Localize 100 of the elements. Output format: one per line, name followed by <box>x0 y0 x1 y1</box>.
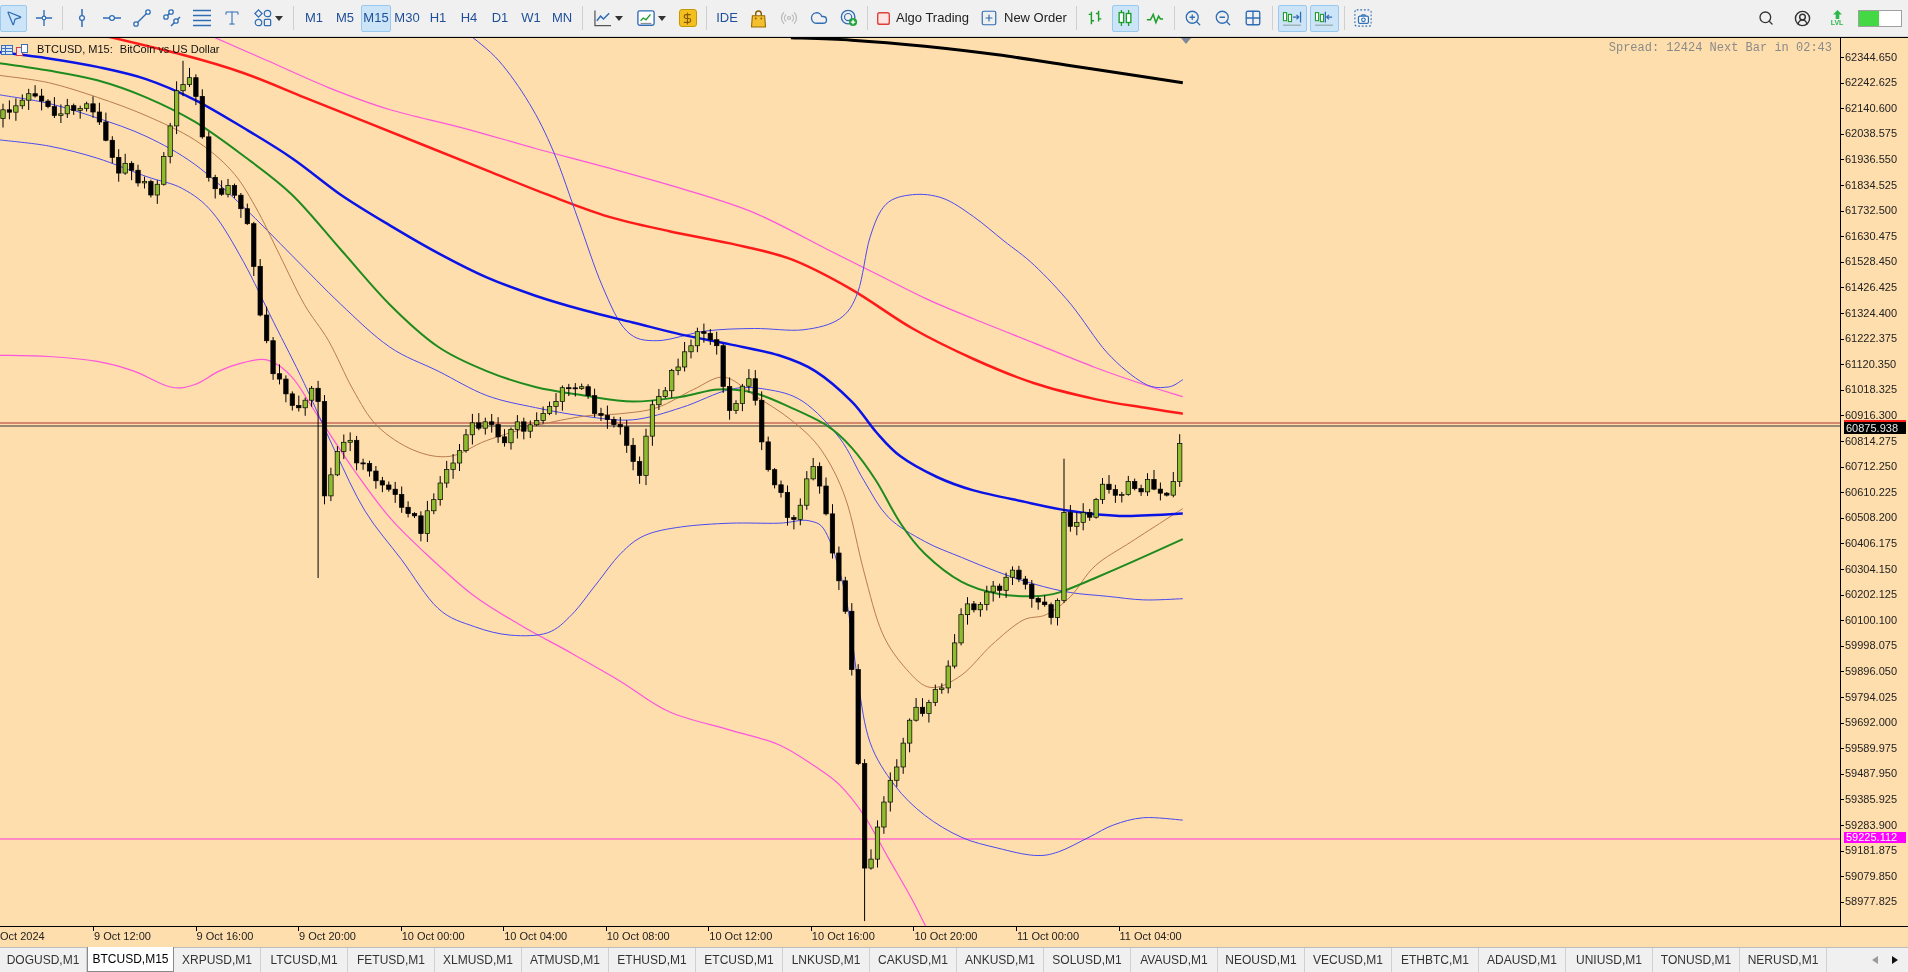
symbol-tab[interactable]: ETCUSD,M1 <box>696 948 783 972</box>
broadcast-icon <box>779 9 798 27</box>
price-label: 61936.550 <box>1845 153 1897 165</box>
price-label: 61426.425 <box>1845 281 1897 293</box>
price-label: 60814.275 <box>1845 435 1897 447</box>
account-icon <box>1794 9 1811 27</box>
chart-window-icon <box>636 9 655 27</box>
price-label: 61324.400 <box>1845 307 1897 319</box>
shopping-bag-icon <box>751 8 766 28</box>
grid-icon <box>1244 9 1263 27</box>
price-label: 60610.225 <box>1845 486 1897 498</box>
symbol-tab[interactable]: ADAUSD,M1 <box>1479 948 1566 972</box>
symbol-tab[interactable]: TONUSD,M1 <box>1653 948 1740 972</box>
algo-trading-button[interactable]: Algo Trading <box>873 4 973 32</box>
price-label: 61018.325 <box>1845 384 1897 396</box>
spread-info: Spread: 12424 Next Bar in 02:43 <box>1608 41 1832 55</box>
price-label: 60406.175 <box>1845 537 1897 549</box>
symbol-tab[interactable]: UNIUSD,M1 <box>1566 948 1653 972</box>
line-chart-icon <box>593 9 612 27</box>
shapes-icon <box>253 9 272 27</box>
symbol-tab[interactable]: NERUSD,M1 <box>1740 948 1827 972</box>
timeframe-button[interactable]: M30 <box>392 4 422 32</box>
price-label: 61528.450 <box>1845 256 1897 268</box>
candlestick-icon <box>1116 9 1135 27</box>
symbol-tab[interactable]: LNKUSD,M1 <box>783 948 870 972</box>
price-label: 59283.900 <box>1845 819 1897 831</box>
bid-price-label: 60875.938 <box>1844 422 1906 434</box>
overlapping-windows-icon <box>16 43 28 56</box>
price-label: 61222.375 <box>1845 333 1897 345</box>
symbol-tab[interactable]: NEOUSD,M1 <box>1218 948 1305 972</box>
symbol-tab[interactable]: AVAUSD,M1 <box>1131 948 1218 972</box>
time-label: 10 Oct 00:00 <box>401 930 465 943</box>
candles-arrow-right-icon <box>1282 9 1303 27</box>
symbol-tab[interactable]: VECUSD,M1 <box>1305 948 1392 972</box>
zoom-out-icon <box>1214 9 1233 27</box>
time-label: 10 Oct 08:00 <box>606 930 670 943</box>
symbol-tab[interactable]: SOLUSD,M1 <box>1044 948 1131 972</box>
price-label: 59589.975 <box>1845 742 1897 754</box>
timeframe-button[interactable]: MN <box>547 4 577 32</box>
cloud-icon <box>809 9 828 27</box>
time-label: 10 Oct 16:00 <box>811 930 875 943</box>
symbol-tab[interactable]: ETHUSD,M1 <box>609 948 696 972</box>
timeframe-button[interactable]: M5 <box>330 4 360 32</box>
price-label: 59998.075 <box>1845 640 1897 652</box>
price-label: 60202.125 <box>1845 589 1897 601</box>
new-order-button[interactable]: New Order <box>976 4 1071 32</box>
ide-button[interactable]: IDE <box>712 4 742 32</box>
table-icon <box>1 44 13 55</box>
price-label: 62344.650 <box>1845 51 1897 63</box>
search-icon <box>1757 10 1774 26</box>
caret-icon <box>657 15 666 21</box>
cursor-button[interactable] <box>0 4 27 32</box>
triangle-icon <box>1181 38 1191 44</box>
auto-scroll-button[interactable] <box>1277 4 1307 32</box>
timeframe-button[interactable]: M15 <box>361 4 391 32</box>
price-label: 60916.300 <box>1845 409 1897 421</box>
price-label: 62140.600 <box>1845 102 1897 114</box>
level-price-label: 59225.112 <box>1844 832 1906 843</box>
symbol-tab[interactable]: ANKUSD,M1 <box>957 948 1044 972</box>
price-label: 60304.150 <box>1845 563 1897 575</box>
timeframe-button[interactable]: D1 <box>485 4 515 32</box>
price-label: 60508.200 <box>1845 512 1897 524</box>
text-tool-icon <box>222 9 241 27</box>
price-label: 59385.925 <box>1845 793 1897 805</box>
price-label: 59079.850 <box>1845 870 1897 882</box>
price-label: 59487.950 <box>1845 768 1897 780</box>
symbol-tab[interactable]: XRPUSD,M1 <box>174 948 261 972</box>
symbol-tab[interactable]: ATMUSD,M1 <box>522 948 609 972</box>
price-label: 59692.000 <box>1845 717 1897 729</box>
symbol-tab[interactable]: FETUSD,M1 <box>348 948 435 972</box>
price-label: 62242.625 <box>1845 77 1897 89</box>
price-label: 59794.025 <box>1845 691 1897 703</box>
symbol-tab[interactable]: CAKUSD,M1 <box>870 948 957 972</box>
candles-arrow-left-icon <box>1314 9 1335 27</box>
price-label: 59181.875 <box>1845 845 1897 857</box>
price-label: 58977.825 <box>1845 896 1897 908</box>
trendline-icon <box>132 9 151 27</box>
scroll-left-icon[interactable] <box>1872 956 1878 964</box>
symbol-tab[interactable]: XLMUSD,M1 <box>435 948 522 972</box>
time-label: 10 Oct 12:00 <box>709 930 773 943</box>
camera-icon <box>1354 9 1373 27</box>
scroll-right-icon[interactable] <box>1892 956 1898 964</box>
crosshair-icon <box>34 9 53 27</box>
candlestick-chart-button[interactable] <box>1111 4 1139 32</box>
timeframe-button[interactable]: W1 <box>516 4 546 32</box>
vertical-line-icon <box>77 9 86 27</box>
caret-icon <box>274 15 283 21</box>
price-label: 60712.250 <box>1845 461 1897 473</box>
symbol-tab[interactable]: BTCUSD,M15 <box>87 947 174 972</box>
timeframe-button[interactable]: H1 <box>423 4 453 32</box>
dollar-icon <box>678 9 697 27</box>
timeframe-button[interactable]: M1 <box>299 4 329 32</box>
symbol-tab[interactable]: LTCUSD,M1 <box>261 948 348 972</box>
chart-shift-button[interactable] <box>1309 4 1339 32</box>
price-label: 62038.575 <box>1845 128 1897 140</box>
time-label: 11 Oct 04:00 <box>1119 930 1182 943</box>
timeframe-button[interactable]: H4 <box>454 4 484 32</box>
caret-icon <box>614 15 623 21</box>
symbol-tab[interactable]: ETHBTC,M1 <box>1392 948 1479 972</box>
price-label: 61630.475 <box>1845 230 1897 242</box>
